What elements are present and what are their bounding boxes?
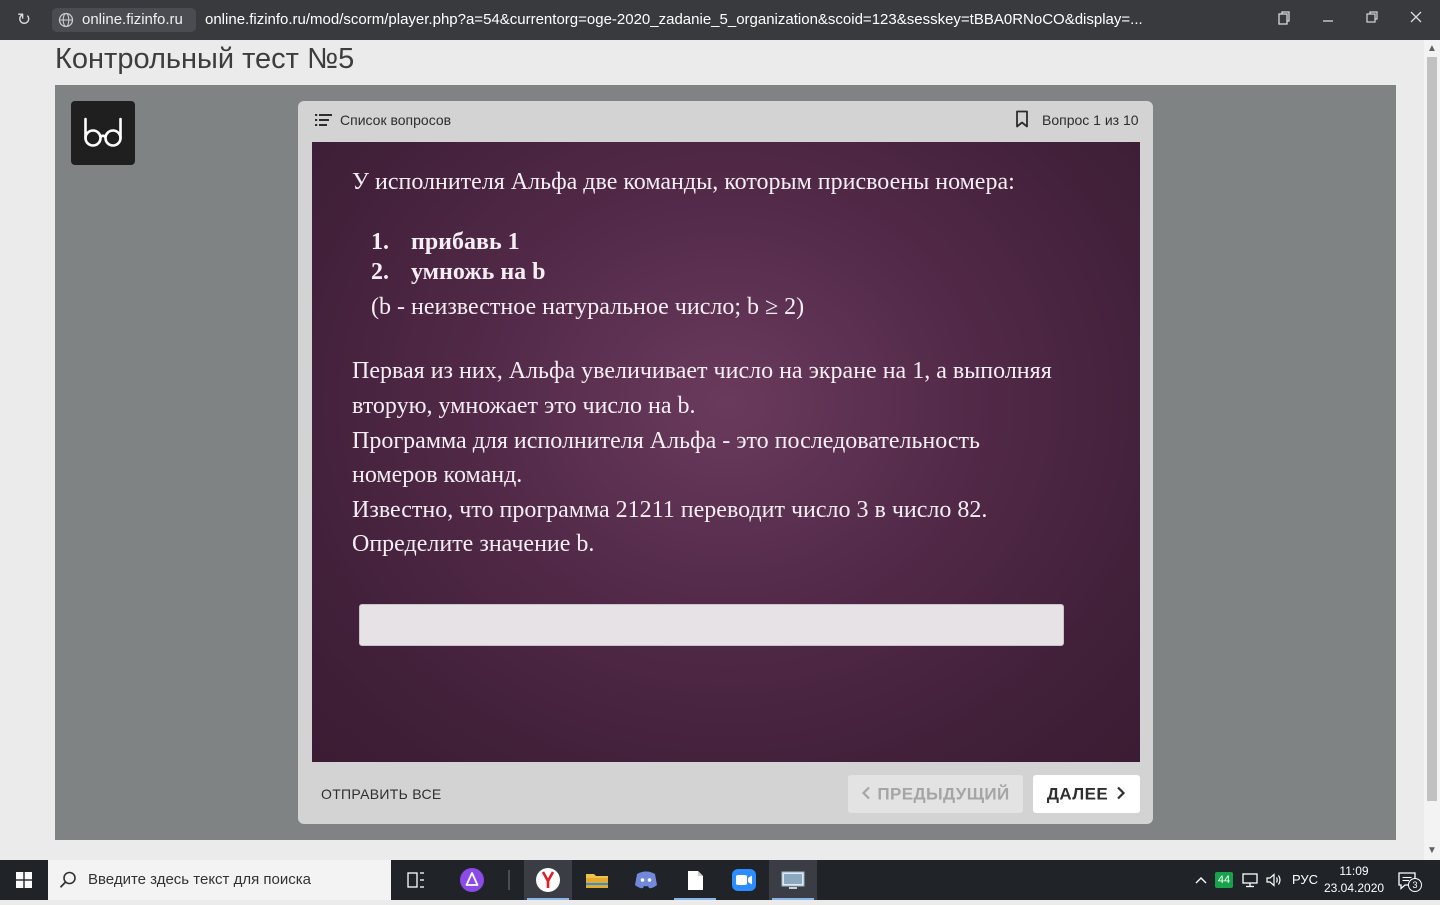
task-view-button[interactable]: [392, 860, 440, 900]
next-label: ДАЛЕЕ: [1046, 784, 1109, 804]
notification-center-button[interactable]: 3: [1397, 870, 1423, 892]
next-button[interactable]: ДАЛЕЕ: [1033, 775, 1140, 813]
scroll-up-icon[interactable]: ▲: [1424, 42, 1440, 56]
accessibility-glasses-button[interactable]: [71, 101, 135, 165]
network-icon[interactable]: [1240, 871, 1260, 889]
start-button[interactable]: [0, 860, 48, 900]
globe-icon: [58, 12, 74, 28]
minimize-icon[interactable]: [1318, 10, 1338, 30]
glasses-icon: [84, 117, 122, 147]
discord-button[interactable]: [622, 860, 670, 900]
volume-icon[interactable]: [1264, 871, 1284, 889]
answer-input[interactable]: [359, 604, 1064, 646]
input-language[interactable]: РУС: [1292, 870, 1318, 890]
yandex-browser-icon: [536, 868, 560, 892]
question-body-line: Первая из них, Альфа увеличивает число н…: [352, 358, 1052, 384]
taskbar-separator: [508, 870, 510, 890]
monitor-icon: [781, 871, 805, 889]
tray-overflow-icon[interactable]: [1191, 870, 1211, 890]
bookmark-icon[interactable]: [1015, 110, 1029, 128]
close-icon[interactable]: [1406, 10, 1426, 30]
folder-icon: [586, 874, 608, 888]
command-2-text: умножь на b: [411, 259, 546, 285]
previous-label: ПРЕДЫДУЩИЙ: [877, 784, 1010, 804]
notification-count: 3: [1408, 878, 1422, 892]
question-note: (b - неизвестное натуральное число; b ≥ …: [371, 294, 805, 320]
reload-icon[interactable]: ↻: [14, 10, 34, 30]
screenshot-tool-button[interactable]: [769, 860, 817, 900]
file-explorer-button[interactable]: [573, 860, 621, 900]
page-title: Контрольный тест №5: [55, 43, 355, 75]
question-list-button[interactable]: Список вопросов: [340, 110, 451, 130]
notepad-button[interactable]: [671, 860, 719, 900]
site-domain: online.fizinfo.ru: [82, 11, 183, 28]
question-body-line: номеров команд.: [352, 462, 523, 488]
previous-button[interactable]: ПРЕДЫДУЩИЙ: [848, 775, 1023, 813]
submit-all-button[interactable]: ОТПРАВИТЬ ВСЕ: [321, 784, 442, 804]
command-1-text: прибавь 1: [411, 229, 520, 255]
question-counter: Вопрос 1 из 10: [1042, 112, 1139, 128]
question-body-line: Известно, что программа 21211 переводит …: [352, 497, 988, 523]
address-bar[interactable]: online.fizinfo.ru/mod/scorm/player.php?a…: [205, 10, 1215, 30]
tabs-collection-icon[interactable]: [1274, 10, 1294, 30]
windows-logo-icon: [16, 872, 32, 888]
command-2-number: 2.: [371, 259, 389, 285]
zoom-button[interactable]: [720, 860, 768, 900]
discord-icon: [635, 871, 657, 889]
question-body-line: Программа для исполнителя Альфа - это по…: [352, 428, 980, 454]
zoom-video-icon: [732, 869, 756, 891]
question-body-line: Определите значение b.: [352, 531, 595, 557]
chevron-right-icon: [1116, 776, 1126, 814]
search-icon: [58, 870, 78, 890]
task-view-icon: [407, 872, 424, 888]
tray-app-badge[interactable]: 44: [1215, 872, 1233, 888]
command-1-number: 1.: [371, 229, 389, 255]
document-icon: [688, 871, 703, 890]
scroll-down-icon[interactable]: ▼: [1424, 844, 1440, 858]
scrollbar-thumb[interactable]: [1427, 57, 1437, 801]
question-intro: У исполнителя Альфа две команды, которым…: [352, 169, 1015, 195]
alice-icon: [460, 868, 484, 892]
search-placeholder: Введите здесь текст для поиска: [88, 871, 311, 888]
question-body-line: вторую, умножает это число на b.: [352, 393, 696, 419]
chevron-left-icon: [861, 776, 871, 814]
yandex-browser-button[interactable]: [524, 860, 572, 900]
alice-assistant-button[interactable]: [448, 860, 496, 900]
list-icon[interactable]: [315, 112, 333, 128]
clock-time[interactable]: 11:09: [1326, 863, 1382, 879]
clock-date[interactable]: 23.04.2020: [1324, 880, 1384, 896]
restore-icon[interactable]: [1362, 10, 1382, 30]
